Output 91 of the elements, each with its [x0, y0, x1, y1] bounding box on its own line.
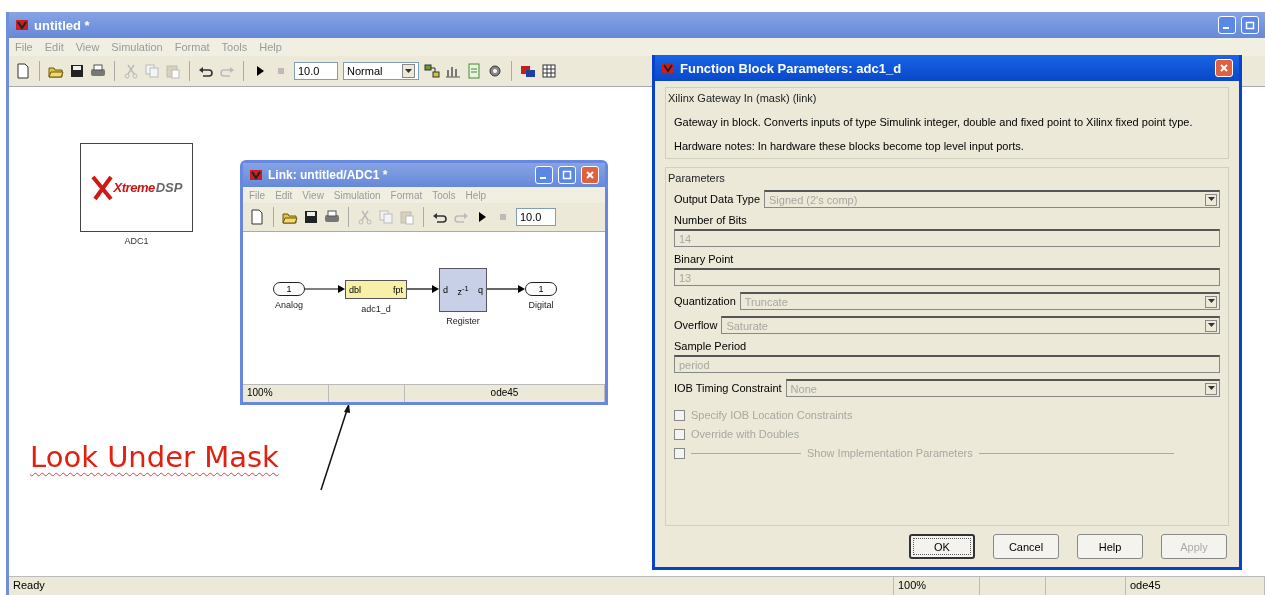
menu-item[interactable]: Tools — [432, 189, 456, 201]
menu-item[interactable]: View — [75, 41, 100, 53]
field-label: Output Data Type — [674, 193, 761, 205]
section-label: Show Implementation Parameters — [807, 447, 973, 459]
checkbox-label: Specify IOB Location Constraints — [691, 409, 853, 421]
field-label: Quantization — [674, 295, 736, 307]
save-icon[interactable] — [69, 63, 85, 79]
blocks-icon[interactable] — [520, 63, 536, 79]
solver-name: ode45 — [1126, 577, 1265, 595]
menu-item[interactable]: Help — [465, 189, 487, 201]
field-label: IOB Timing Constraint — [674, 382, 782, 394]
menu-item[interactable]: Format — [390, 189, 423, 201]
dialog-button[interactable]: OK — [909, 534, 975, 559]
dialog-button[interactable]: Help — [1077, 534, 1143, 559]
menu-item[interactable]: Edit — [44, 41, 64, 53]
dialog-title: Function Block Parameters: adc1_d — [680, 60, 902, 76]
menu-item[interactable]: Edit — [275, 189, 293, 201]
minimize-button[interactable] — [535, 166, 553, 184]
zoom-level: 100% — [243, 385, 329, 402]
signal-arrow — [304, 285, 345, 293]
logo-text: DSP — [155, 180, 183, 195]
notes-text: Hardware notes: In hardware these blocks become top level input ports. — [674, 140, 1025, 152]
stop-time-field[interactable]: 10.0 — [516, 208, 556, 226]
close-icon — [585, 170, 595, 180]
mode-dropdown[interactable]: Normal — [343, 62, 419, 80]
delay-label: z$^{-1}$ — [457, 283, 469, 297]
caret-icon — [1207, 299, 1215, 304]
menu-item[interactable]: File — [15, 41, 33, 53]
zoom-level: 100% — [894, 577, 980, 595]
maximize-icon — [562, 170, 572, 180]
close-button[interactable] — [1215, 59, 1233, 77]
restore-icon — [1245, 20, 1255, 30]
block-label: ADC1 — [123, 236, 150, 246]
close-icon — [1219, 63, 1229, 73]
signal-arrow — [406, 285, 439, 293]
port-label: dbl — [349, 284, 361, 295]
menu-item[interactable]: Tools — [221, 41, 248, 53]
block-label: adc1_d — [360, 304, 392, 314]
field-label: Overflow — [674, 319, 718, 331]
app-icon — [661, 61, 675, 75]
grid-icon[interactable] — [541, 63, 557, 79]
library-icon[interactable] — [424, 63, 440, 79]
new-file-icon[interactable] — [249, 209, 265, 225]
window-title: untitled * — [34, 17, 90, 33]
field-label: Binary Point — [674, 253, 735, 265]
group-title: Parameters — [668, 172, 726, 184]
menu-item[interactable]: Help — [259, 41, 282, 53]
maximize-button[interactable] — [558, 166, 576, 184]
port-block: 1 — [273, 282, 305, 296]
x-logo-icon — [90, 174, 113, 201]
port-label: d — [443, 285, 448, 295]
caret-icon — [1207, 386, 1215, 391]
block-label: Analog — [274, 300, 304, 310]
annotation-text: Look Under Mask — [30, 440, 279, 474]
menu-item[interactable]: Simulation — [333, 189, 381, 201]
port-block: 1 — [525, 282, 557, 296]
caret-icon — [1207, 323, 1215, 328]
app-icon — [249, 168, 263, 182]
caret-icon — [405, 68, 412, 74]
port-label: q — [477, 285, 483, 295]
print-icon[interactable] — [90, 63, 106, 79]
minimize-icon — [1223, 27, 1229, 29]
app-icon — [15, 18, 29, 32]
menu-item[interactable]: File — [249, 189, 266, 201]
signal-arrow — [486, 285, 525, 293]
field-label: Number of Bits — [674, 214, 748, 226]
minimize-button[interactable] — [1218, 16, 1236, 34]
description-text: Gateway in block. Converts inputs of type Simulink integer, double and fixed point to Xilinx fixed point type. — [674, 116, 1194, 128]
logo-text: Xtreme — [113, 180, 155, 195]
group-title: Xilinx Gateway In (mask) (link) — [668, 92, 818, 104]
print-icon[interactable] — [324, 209, 340, 225]
minimize-icon — [540, 177, 546, 179]
document-icon[interactable] — [466, 63, 482, 79]
window-title: Link: untitled/ADC1 * — [268, 168, 388, 182]
dialog-button[interactable]: Cancel — [993, 534, 1059, 559]
solver-name: ode45 — [405, 385, 605, 402]
field-label: Sample Period — [674, 340, 748, 352]
port-label: fpt — [393, 284, 403, 295]
menu-item[interactable]: Simulation — [111, 41, 163, 53]
close-button[interactable] — [581, 166, 599, 184]
block-label: Digital — [527, 300, 555, 310]
block-label: Register — [445, 316, 481, 326]
restore-button[interactable] — [1241, 16, 1259, 34]
checkbox-label: Override with Doubles — [691, 428, 800, 440]
menu-item[interactable]: Format — [174, 41, 210, 53]
save-icon[interactable] — [303, 209, 319, 225]
status-text: Ready — [9, 577, 894, 595]
new-file-icon[interactable] — [15, 63, 31, 79]
caret-icon — [1207, 197, 1215, 202]
stop-time-field[interactable]: 10.0 — [294, 62, 338, 80]
menu-item[interactable]: View — [302, 189, 324, 201]
